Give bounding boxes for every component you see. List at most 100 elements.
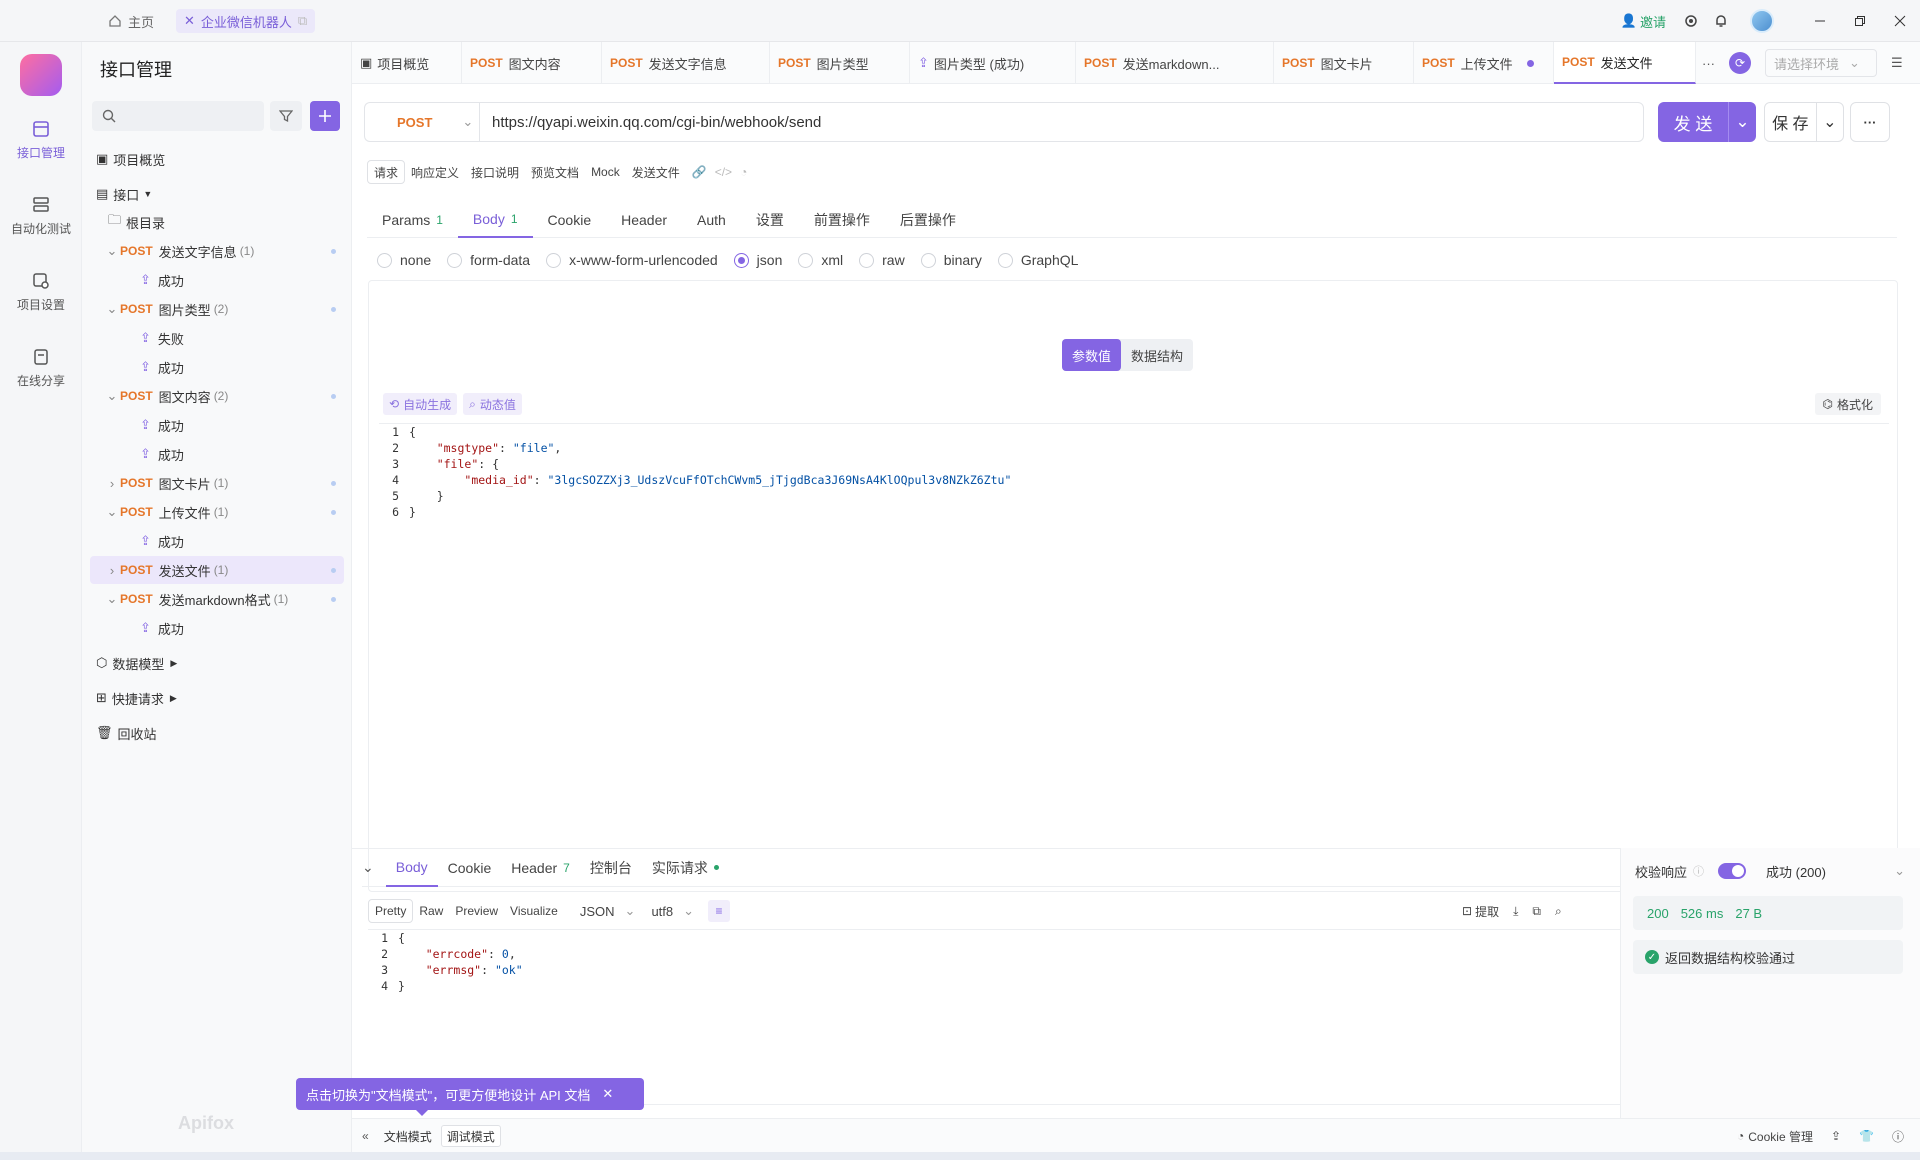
cookie-management-button[interactable]: ◔ Cookie 管理 [1737, 1128, 1813, 1145]
view-pretty[interactable]: Pretty [368, 899, 414, 923]
resp-tab-cookie[interactable]: Cookie [438, 849, 502, 887]
tab-request[interactable]: POST 图文卡片 [1274, 42, 1414, 84]
window-close-icon[interactable] [1880, 0, 1920, 42]
encoding-select[interactable]: utf8 ⌄ [651, 903, 694, 919]
tree-item-selected[interactable]: › POST 发送文件 (1) [90, 556, 344, 584]
extract-button[interactable]: ⊡ 提取 [1462, 903, 1499, 920]
tab-post-ops[interactable]: 后置操作 [885, 202, 971, 238]
tree-item[interactable]: ⇪ 成功 [90, 353, 344, 381]
validate-toggle[interactable] [1718, 863, 1747, 879]
chevron-down-icon[interactable]: ⌄ [1894, 863, 1905, 879]
radio-binary[interactable]: binary [920, 252, 982, 268]
save-dropdown-icon[interactable]: ⌄ [1815, 102, 1843, 142]
tab-cookie[interactable]: Cookie [533, 202, 607, 238]
tab-request[interactable]: POST 发送文字信息 [602, 42, 770, 84]
radio-xml[interactable]: xml [798, 252, 843, 268]
rail-item-api[interactable]: 接口管理 [0, 120, 82, 180]
bell-icon[interactable] [1706, 0, 1736, 42]
subtab-api-doc[interactable]: 接口说明 [465, 160, 525, 184]
download-icon[interactable]: ⤓ [1513, 904, 1518, 919]
tab-request[interactable]: POST 发送markdown... [1076, 42, 1274, 84]
view-preview[interactable]: Preview [449, 899, 504, 923]
collapse-left-icon[interactable]: « [362, 1129, 369, 1143]
gear-icon[interactable] [1676, 0, 1706, 42]
tree-item[interactable]: ⇪ 成功 [90, 411, 344, 439]
tab-example[interactable]: ⇪ 图片类型 (成功) [910, 42, 1076, 84]
tree-item[interactable]: ⇪ 成功 [90, 527, 344, 555]
radio-raw[interactable]: raw [859, 252, 905, 268]
help-icon[interactable]: ⓘ [1892, 1128, 1904, 1145]
radio-form-data[interactable]: form-data [447, 252, 530, 268]
tree-item[interactable]: ⇪ 成功 [90, 440, 344, 468]
chevron-down-icon[interactable]: ⌄ [104, 301, 120, 317]
env-select[interactable]: 请选择环境 ⌄ [1765, 49, 1877, 77]
chevron-down-icon[interactable]: ⌄ [104, 591, 120, 607]
doc-mode-button[interactable]: 文档模式 [379, 1125, 437, 1147]
tree-item[interactable]: ⇪ 成功 [90, 266, 344, 294]
method-select[interactable]: POST ⌄ [364, 102, 479, 142]
env-sync-icon[interactable]: ⟳ [1729, 52, 1751, 74]
tree-item[interactable]: ⌄ POST 上传文件 (1) [90, 498, 344, 526]
radio-graphql[interactable]: GraphQL [997, 252, 1078, 268]
project-tab[interactable]: ✕ 企业微信机器人 ⧉ [176, 9, 316, 33]
tab-body[interactable]: Body 1 [457, 202, 533, 238]
subtab-mock[interactable]: Mock [585, 160, 626, 184]
close-icon[interactable]: ✕ [602, 1086, 613, 1102]
save-button[interactable]: 保 存 ⌄ [1764, 102, 1844, 142]
tab-params[interactable]: Params 1 [367, 202, 458, 238]
view-visualize[interactable]: Visualize [504, 899, 564, 923]
radio-urlencoded[interactable]: x-www-form-urlencoded [546, 252, 718, 268]
tree-data-model[interactable]: ⬡ 数据模型 ▶ [90, 649, 344, 677]
chevron-down-icon[interactable]: ⌄ [104, 388, 120, 404]
tree-item[interactable]: › POST 图文卡片 (1) [90, 469, 344, 497]
toggle-values[interactable]: 参数值 [1062, 339, 1122, 371]
tree-item[interactable]: ⌄ POST 发送文字信息 (1) [90, 237, 344, 265]
subtab-request[interactable]: 请求 [367, 160, 406, 184]
tab-request[interactable]: POST 图片类型 [770, 42, 910, 84]
filter-button[interactable] [270, 101, 302, 131]
tab-overview[interactable]: ▣ 项目概览 [352, 42, 462, 84]
tree-item[interactable]: ⌄ POST 发送markdown格式 (1) [90, 585, 344, 613]
tab-request[interactable]: POST 上传文件 [1414, 42, 1554, 84]
rail-item-automation[interactable]: 自动化测试 [0, 196, 82, 256]
format-button[interactable]: ⌬ 格式化 [1814, 393, 1881, 415]
wrap-icon[interactable]: ≡ [708, 900, 731, 922]
tree-recycle[interactable]: 🗑 回收站 [90, 719, 344, 747]
tab-request-active[interactable]: POST 发送文件 [1554, 42, 1696, 84]
resp-tab-console[interactable]: 控制台 [580, 849, 642, 887]
rail-item-share[interactable]: 在线分享 [0, 348, 82, 408]
tree-api-group[interactable]: ▤ 接口 ▼ [90, 180, 344, 208]
debug-mode-button[interactable]: 调试模式 [440, 1125, 501, 1147]
view-raw[interactable]: Raw [413, 899, 449, 923]
tree-item[interactable]: ⇪ 成功 [90, 614, 344, 642]
radio-json[interactable]: json [733, 252, 782, 268]
chevron-right-icon[interactable]: › [104, 563, 120, 578]
tree-quick-request[interactable]: ⊞ 快捷请求 ▶ [90, 684, 344, 712]
history-icon[interactable]: ◔ [740, 165, 747, 179]
tree-root[interactable]: 🗀 根目录 [90, 208, 344, 236]
close-icon[interactable]: ✕ [184, 13, 195, 29]
external-link-icon[interactable]: ⧉ [298, 13, 307, 29]
request-body-editor[interactable]: 1{ 2 "msgtype": "file", 3 "file": { 4 "m… [379, 423, 1889, 887]
tab-settings[interactable]: 设置 [741, 202, 799, 238]
tab-pre-ops[interactable]: 前置操作 [799, 202, 885, 238]
send-dropdown-icon[interactable]: ⌄ [1728, 102, 1756, 142]
add-button[interactable] [310, 101, 340, 131]
tree-item[interactable]: ⌄ POST 图文内容 (2) [90, 382, 344, 410]
chevron-right-icon[interactable]: › [104, 476, 120, 491]
subtab-response-def[interactable]: 响应定义 [405, 160, 465, 184]
search-icon[interactable]: ⌕ [1555, 904, 1562, 919]
resp-tab-actual-request[interactable]: 实际请求 [642, 849, 729, 887]
tab-auth[interactable]: Auth [682, 202, 741, 238]
copy-icon[interactable]: ⧉ [1532, 904, 1541, 919]
upload-icon[interactable]: ⇪ [1831, 1129, 1841, 1143]
collapse-icon[interactable]: ⌄ [362, 859, 374, 876]
tree-overview[interactable]: ▣ 项目概览 [90, 145, 344, 173]
radio-none[interactable]: none [377, 252, 431, 268]
toggle-schema[interactable]: 数据结构 [1121, 339, 1193, 371]
home-tab[interactable]: 主页 [100, 9, 162, 33]
send-button[interactable]: 发 送 ⌄ [1658, 102, 1756, 142]
minimize-icon[interactable] [1800, 0, 1840, 42]
format-select[interactable]: JSON ⌄ [580, 903, 636, 919]
link-icon[interactable]: 🔗 [692, 165, 707, 179]
